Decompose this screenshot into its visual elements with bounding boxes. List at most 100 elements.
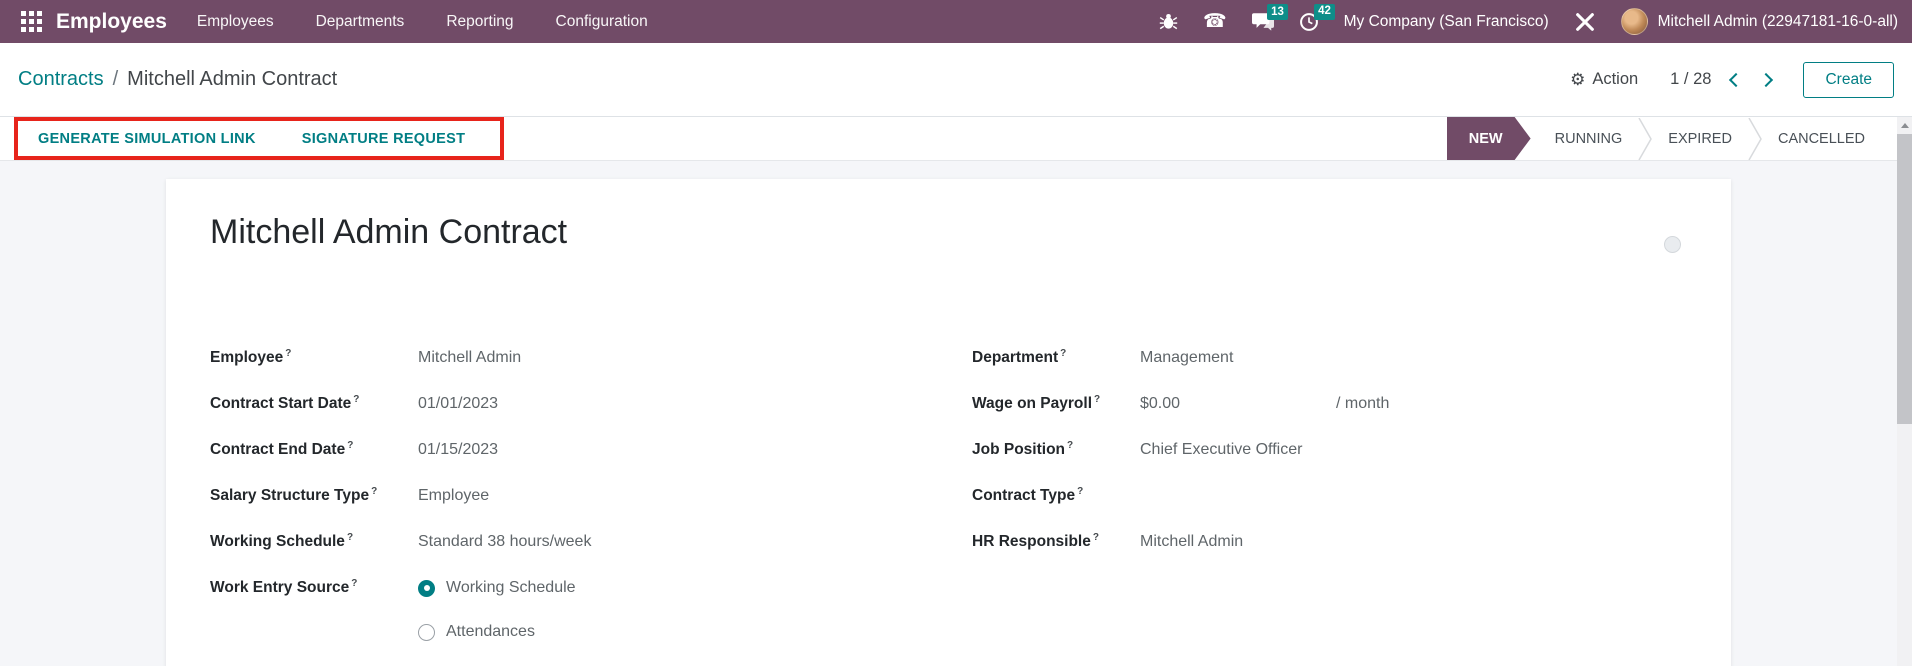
company-switcher[interactable]: My Company (San Francisco) (1344, 13, 1549, 31)
generate-simulation-link-button[interactable]: GENERATE SIMULATION LINK (38, 131, 256, 147)
breadcrumb-current: Mitchell Admin Contract (127, 68, 337, 91)
record-pager: 1 / 28 (1670, 70, 1771, 89)
contract-start-date-value[interactable]: 01/01/2023 (418, 395, 498, 413)
odoo-contract-form-screen: { "nav": { "brand": "Employees", "menu_i… (0, 0, 1912, 666)
voip-phone-icon[interactable]: ☎ (1203, 12, 1227, 31)
salary-structure-type-value[interactable]: Employee (418, 487, 489, 505)
form-view-background: Mitchell Admin Contract Employee? Mitche… (0, 161, 1897, 666)
kanban-state-indicator[interactable] (1664, 236, 1681, 253)
breadcrumb-separator: / (113, 68, 119, 91)
action-label: Action (1592, 70, 1638, 89)
main-menu: Employees Departments Reporting Configur… (197, 13, 648, 31)
navbar-left: Employees Employees Departments Reportin… (14, 10, 648, 34)
contract-title-field[interactable]: Mitchell Admin Contract (210, 213, 567, 252)
vertical-scrollbar[interactable] (1897, 117, 1912, 666)
form-statusbar: GENERATE SIMULATION LINK SIGNATURE REQUE… (0, 117, 1897, 161)
status-pipeline: NEW RUNNING EXPIRED CANCELLED (1447, 117, 1881, 160)
job-position-value[interactable]: Chief Executive Officer (1140, 441, 1302, 459)
contract-end-date-value[interactable]: 01/15/2023 (418, 441, 498, 459)
department-value[interactable]: Management (1140, 349, 1233, 367)
activities-clock-icon[interactable]: 42 (1299, 12, 1319, 32)
menu-item-configuration[interactable]: Configuration (556, 13, 648, 31)
work-entry-option-working-schedule: Working Schedule (418, 579, 576, 597)
menu-item-reporting[interactable]: Reporting (446, 13, 513, 31)
employee-value[interactable]: Mitchell Admin (418, 349, 521, 367)
pager-next-icon[interactable] (1759, 72, 1773, 86)
grid-icon (21, 11, 42, 32)
field-work-entry-source: Work Entry Source? Working Schedule (210, 565, 830, 611)
hr-responsible-value[interactable]: Mitchell Admin (1140, 533, 1243, 551)
state-separator-chevron (1748, 118, 1762, 160)
work-entry-source-label: Work Entry Source (210, 580, 349, 597)
breadcrumb: Contracts / Mitchell Admin Contract (18, 68, 337, 91)
field-employee: Employee? Mitchell Admin (210, 335, 830, 381)
field-column-left: Employee? Mitchell Admin Contract Start … (210, 335, 830, 653)
messages-icon[interactable]: 13 (1252, 12, 1274, 31)
radio-attendances-label[interactable]: Attendances (446, 623, 535, 641)
field-contract-type: Contract Type? (972, 473, 1612, 519)
help-marker: ? (371, 486, 377, 497)
activities-count-badge: 42 (1314, 4, 1336, 20)
radio-attendances[interactable] (418, 624, 435, 641)
scroll-up-arrow-icon[interactable] (1897, 117, 1912, 133)
control-panel-right: ⚙ Action 1 / 28 Create (1570, 62, 1894, 98)
field-job-position: Job Position? Chief Executive Officer (972, 427, 1612, 473)
app-name-employees[interactable]: Employees (56, 10, 167, 34)
wage-on-payroll-value[interactable]: $0.00 (1140, 395, 1336, 413)
field-work-entry-source-option2: Attendances (210, 611, 830, 653)
pager-previous-icon[interactable] (1729, 72, 1743, 86)
contract-start-date-label: Contract Start Date (210, 396, 351, 413)
radio-working-schedule-label[interactable]: Working Schedule (446, 579, 576, 597)
status-running[interactable]: RUNNING (1539, 131, 1639, 147)
help-marker: ? (285, 348, 291, 359)
statusbar-buttons: GENERATE SIMULATION LINK SIGNATURE REQUE… (38, 117, 465, 160)
create-button[interactable]: Create (1803, 62, 1894, 98)
contract-type-label: Contract Type (972, 488, 1075, 505)
contract-end-date-label: Contract End Date (210, 442, 345, 459)
status-new[interactable]: NEW (1447, 117, 1531, 160)
field-column-right: Department? Management Wage on Payroll? … (972, 335, 1612, 565)
tools-icon[interactable] (1574, 11, 1596, 33)
wage-on-payroll-label: Wage on Payroll (972, 396, 1092, 413)
field-contract-end-date: Contract End Date? 01/15/2023 (210, 427, 830, 473)
field-wage-on-payroll: Wage on Payroll? $0.00 / month (972, 381, 1612, 427)
gear-icon: ⚙ (1570, 70, 1585, 90)
form-sheet: Mitchell Admin Contract Employee? Mitche… (166, 179, 1731, 666)
field-department: Department? Management (972, 335, 1612, 381)
debug-bug-icon[interactable] (1159, 12, 1178, 31)
control-panel: Contracts / Mitchell Admin Contract ⚙ Ac… (0, 43, 1912, 117)
help-marker: ? (1077, 486, 1083, 497)
pager-value[interactable]: 1 / 28 (1670, 70, 1711, 89)
status-cancelled[interactable]: CANCELLED (1762, 131, 1881, 147)
field-hr-responsible: HR Responsible? Mitchell Admin (972, 519, 1612, 565)
scrollbar-thumb[interactable] (1897, 134, 1912, 424)
navbar-right: ☎ 13 42 My Company (San Francisco) Mitch… (1159, 8, 1898, 35)
breadcrumb-contracts-link[interactable]: Contracts (18, 68, 104, 91)
radio-working-schedule[interactable] (418, 580, 435, 597)
apps-menu-icon[interactable] (14, 11, 48, 32)
status-expired[interactable]: EXPIRED (1652, 131, 1748, 147)
help-marker: ? (1093, 532, 1099, 543)
help-marker: ? (347, 440, 353, 451)
working-schedule-label: Working Schedule (210, 534, 345, 551)
user-menu[interactable]: Mitchell Admin (22947181-16-0-all) (1658, 13, 1898, 31)
department-label: Department (972, 350, 1058, 367)
help-marker: ? (347, 532, 353, 543)
user-avatar[interactable] (1621, 8, 1648, 35)
wage-period-suffix: / month (1336, 395, 1389, 413)
state-separator-chevron (1638, 118, 1652, 160)
field-working-schedule: Working Schedule? Standard 38 hours/week (210, 519, 830, 565)
menu-item-employees[interactable]: Employees (197, 13, 274, 31)
salary-structure-type-label: Salary Structure Type (210, 488, 369, 505)
signature-request-button[interactable]: SIGNATURE REQUEST (302, 131, 466, 147)
action-menu-button[interactable]: ⚙ Action (1570, 70, 1638, 90)
help-marker: ? (1067, 440, 1073, 451)
working-schedule-value[interactable]: Standard 38 hours/week (418, 533, 591, 551)
menu-item-departments[interactable]: Departments (316, 13, 405, 31)
help-marker: ? (351, 578, 357, 589)
employee-label: Employee (210, 350, 283, 367)
help-marker: ? (1060, 348, 1066, 359)
work-entry-option-attendances: Attendances (418, 623, 535, 641)
messages-count-badge: 13 (1267, 4, 1289, 20)
help-marker: ? (353, 394, 359, 405)
